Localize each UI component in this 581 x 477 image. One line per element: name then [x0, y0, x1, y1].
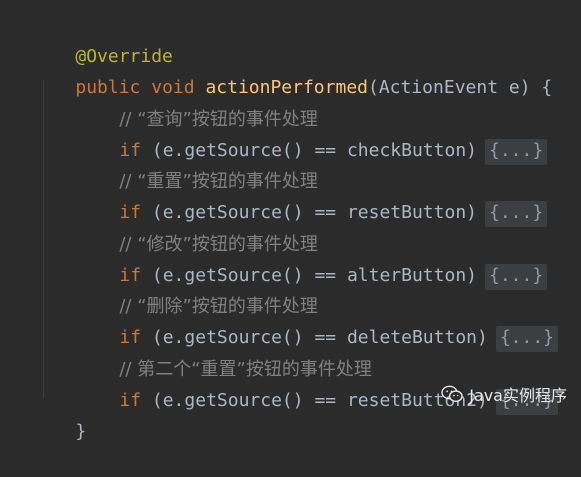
comment-line: // “查询”按钮的事件处理: [76, 75, 318, 130]
comment-line: // 第二个“重置”按钮的事件处理: [76, 325, 372, 380]
if-keyword: if: [119, 390, 142, 411]
closing-brace-line: }: [32, 387, 86, 442]
comment-line: // “删除”按钮的事件处理: [76, 262, 318, 317]
code-editor[interactable]: @Override public void actionPerformed(Ac…: [0, 0, 581, 442]
if-condition: (e.getSource() == resetButton2): [141, 390, 488, 411]
method-params: (ActionEvent e) {: [368, 77, 553, 98]
if-statement-line: if (e.getSource() == checkButton) {...}: [76, 106, 548, 165]
annotation-line: @Override: [32, 12, 173, 67]
folded-block[interactable]: {...}: [495, 326, 559, 352]
method-signature-line: public void actionPerformed(ActionEvent …: [32, 43, 552, 98]
watermark: Java实例程序: [441, 382, 567, 406]
if-statement-line: if (e.getSource() == resetButton) {...}: [76, 168, 548, 227]
comment-line: // “修改”按钮的事件处理: [76, 200, 318, 255]
closing-brace: }: [75, 421, 87, 442]
folded-block[interactable]: {...}: [485, 264, 548, 290]
comment-line: // “重置”按钮的事件处理: [76, 137, 318, 192]
watermark-label: Java实例程序: [469, 386, 567, 405]
if-statement-line: if (e.getSource() == alterButton) {...}: [76, 231, 548, 290]
wechat-icon: [441, 385, 463, 402]
folded-block[interactable]: {...}: [485, 139, 548, 165]
if-statement-line: if (e.getSource() == deleteButton) {...}: [76, 293, 559, 352]
folded-block[interactable]: {...}: [485, 201, 548, 227]
